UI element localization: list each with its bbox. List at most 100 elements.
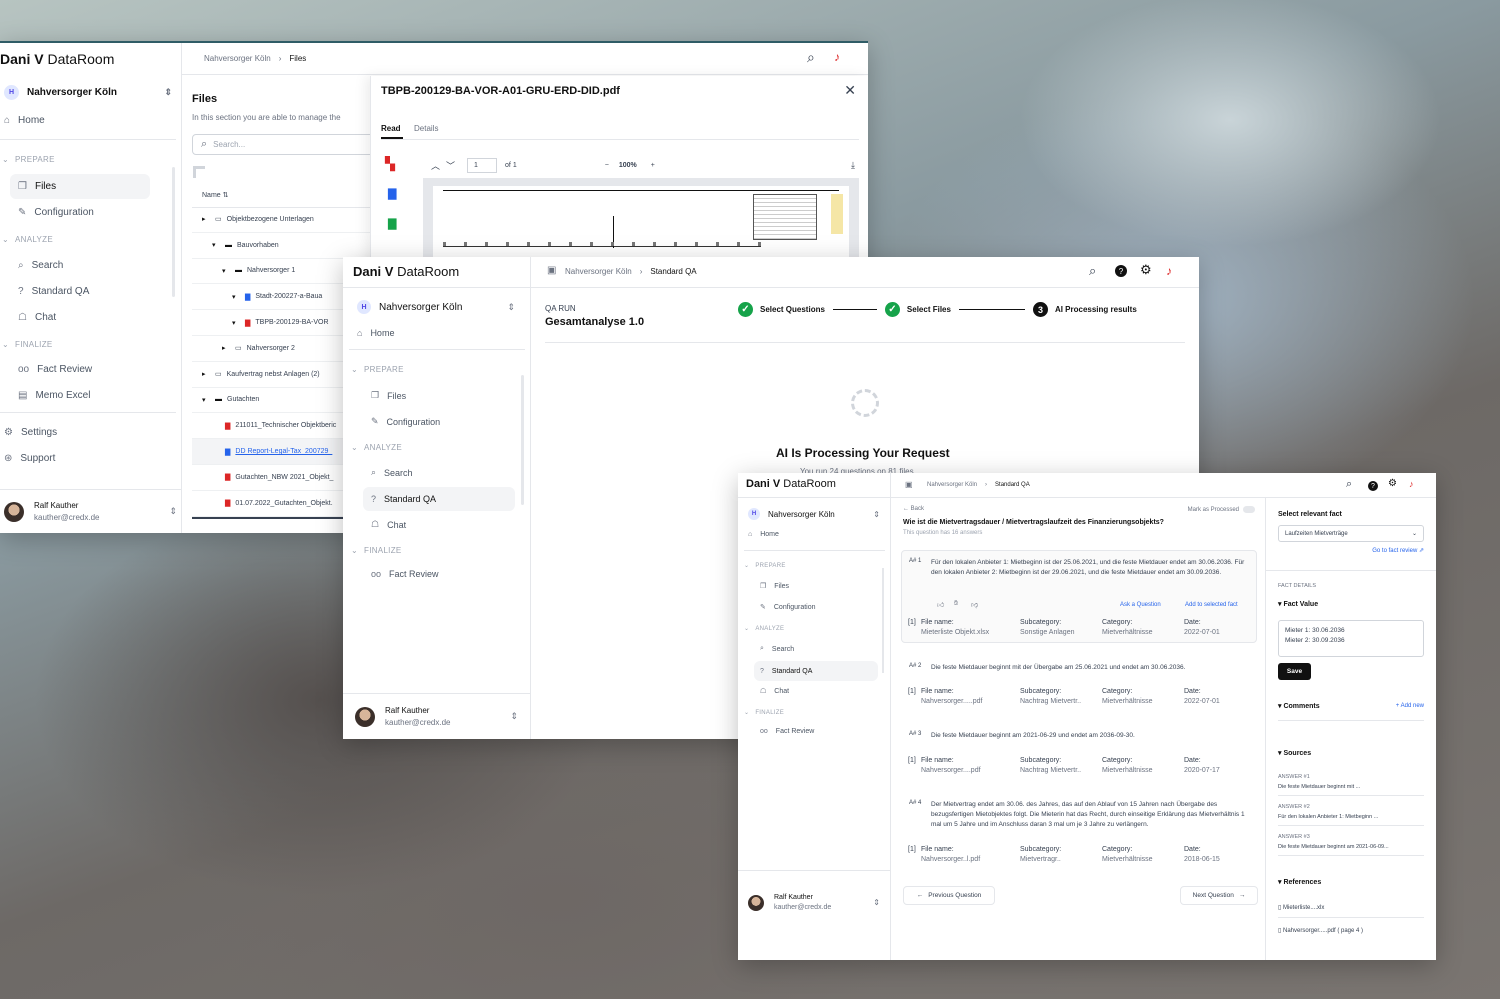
nav-search[interactable]: ⌕ Search [18,260,63,271]
nav-fact-review[interactable]: oo Fact Review [371,569,439,579]
go-to-fact-review-link[interactable]: Go to fact review ⇗ [1372,547,1424,554]
nav-home[interactable]: ⌂ Home [357,328,394,338]
page-up-icon[interactable]: ︿ [431,159,440,172]
help-icon[interactable]: ? [1115,265,1127,277]
scrollbar[interactable] [172,167,175,297]
search-icon[interactable]: ⌕ [807,49,815,66]
caret-right-icon[interactable]: ▸ [202,370,210,378]
nav-standard-qa[interactable]: ? Standard QA [363,487,515,511]
sources-toggle[interactable]: ▾ Sources [1278,749,1311,757]
nav-search[interactable]: ⌕ Search [371,467,413,478]
file-link[interactable]: Nahversorger....pdf [921,766,1020,776]
add-to-fact-link[interactable]: Add to selected fact [1185,602,1238,608]
add-comment-link[interactable]: + Add new [1396,703,1424,709]
workspace-switcher[interactable]: H Nahversorger Köln ⇕ [4,85,172,100]
user-menu[interactable]: Ralf Kauther kauther@credx.de ⇕ [0,489,181,533]
thumbs-up-icon[interactable]: 👍︎ [937,600,944,609]
scrollbar[interactable] [521,375,524,505]
section-finalize[interactable]: ⌄ FINALIZE [744,709,784,717]
tab-details[interactable]: Details [414,124,438,133]
nav-files[interactable]: ❐ Files [10,174,150,199]
mark-processed[interactable]: Mark as Processed [1188,506,1255,513]
nav-chat[interactable]: ☖ Chat [760,687,789,696]
step-processing[interactable]: AI Processing results [1055,305,1137,314]
source-item[interactable]: ANSWER #2 Für den lokalen Anbieter 1: Mie… [1278,802,1424,826]
nav-configuration[interactable]: ✎ Configuration [371,416,440,427]
save-button[interactable]: Save [1278,663,1311,680]
sidebar-toggle-icon[interactable]: ▣ [905,480,913,489]
section-prepare[interactable]: ⌄ PREPARE [2,155,55,164]
breadcrumb-workspace[interactable]: Nahversorger Köln [204,54,271,63]
caret-down-icon[interactable]: ▾ [222,267,230,275]
nav-configuration[interactable]: ✎ Configuration [18,207,94,218]
caret-down-icon[interactable]: ▾ [212,241,220,249]
ask-question-link[interactable]: Ask a Question [1120,602,1161,608]
section-analyze[interactable]: ⌄ ANALYZE [351,443,402,452]
caret-down-icon[interactable]: ▾ [232,293,240,301]
nav-search[interactable]: ⌕ Search [760,645,794,653]
nav-configuration[interactable]: ✎ Configuration [760,603,816,612]
gear-icon[interactable]: ⚙ [1388,478,1397,489]
section-finalize[interactable]: ⌄ FINALIZE [2,340,53,349]
breadcrumb-workspace[interactable]: Nahversorger Köln [927,482,977,488]
nav-standard-qa[interactable]: ? Standard QA [754,661,878,681]
section-analyze[interactable]: ⌄ ANALYZE [2,235,53,244]
column-name[interactable]: Name ⇅ [202,191,229,199]
xls-file-icon[interactable]: ▇ [388,217,396,230]
page-down-icon[interactable]: ﹀ [446,159,455,172]
help-icon[interactable]: ? [1368,481,1378,491]
breadcrumb-workspace[interactable]: Nahversorger Köln [565,267,632,276]
workspace-switcher[interactable]: H Nahversorger Köln ⇕ [357,300,515,314]
pdf-file-icon[interactable]: ▚ [385,156,395,172]
nav-files[interactable]: ❐ Files [371,390,406,401]
nav-chat[interactable]: ☖ Chat [371,519,406,530]
caret-down-icon[interactable]: ▾ [232,319,240,327]
download-icon[interactable]: ⤓ [851,160,855,171]
section-prepare[interactable]: ⌄ PREPARE [351,365,404,374]
user-menu[interactable]: Ralf Kauther kauther@credx.de ⇕ [738,870,890,960]
nav-home[interactable]: ⌂ Home [748,531,779,538]
tree-row[interactable]: ▸ ▭ Objektbezogene Unterlagen [192,207,370,233]
gear-icon[interactable]: ⚙ [1140,262,1152,278]
close-icon[interactable]: ✕ [844,82,856,99]
step-select-files[interactable]: Select Files [907,305,951,314]
nav-memo-excel[interactable]: ▤ Memo Excel [18,390,90,401]
nav-settings[interactable]: ⚙ Settings [4,427,57,438]
tree-row[interactable]: ▾ ▬ Bauvorhaben [192,233,370,259]
comments-toggle[interactable]: ▾ Comments [1278,702,1320,710]
nav-home[interactable]: ⌂ Home [4,115,45,126]
section-prepare[interactable]: ⌄ PREPARE [744,562,786,570]
search-icon[interactable]: ⌕ [1346,478,1352,491]
notification-bell-icon[interactable]: ♪ [1166,264,1172,278]
nav-fact-review[interactable]: oo Fact Review [760,728,814,735]
caret-right-icon[interactable]: ▸ [222,344,230,352]
nav-chat[interactable]: ☖ Chat [18,312,56,323]
nav-fact-review[interactable]: oo Fact Review [18,364,92,375]
toggle-switch[interactable] [1243,506,1255,513]
page-input[interactable]: 1 [467,157,498,173]
thumbs-down-icon[interactable]: 👎︎ [971,600,978,609]
workspace-switcher[interactable]: H Nahversorger Köln ⇕ [748,508,880,520]
reference-item[interactable]: ▯ Nahversorger.....pdf ( page 4 ) [1278,927,1424,934]
caret-down-icon[interactable]: ▾ [202,396,210,404]
hand-icon[interactable]: ✋︎ [954,600,958,608]
section-analyze[interactable]: ⌄ ANALYZE [744,625,784,633]
select-all-checkbox[interactable] [193,166,205,178]
user-menu[interactable]: Ralf Kauther kauther@credx.de ⇕ [343,693,530,739]
file-link[interactable]: Nahversorger.....pdf [921,697,1020,707]
scrollbar[interactable] [882,568,884,673]
tab-read[interactable]: Read [381,124,401,133]
nav-support[interactable]: ⊛ Support [4,453,55,464]
previous-question-button[interactable]: ← Previous Question [903,886,995,905]
next-question-button[interactable]: Next Question → [1180,886,1258,905]
fact-value-toggle[interactable]: ▾ Fact Value [1278,600,1318,608]
file-link[interactable]: Nahversorger..l.pdf [921,855,1020,865]
file-link[interactable]: Mieterliste Objekt.xlsx [921,628,1020,638]
reference-item[interactable]: ▯ Mieterliste....xlx [1278,904,1424,918]
search-icon[interactable]: ⌕ [1089,263,1096,279]
step-select-questions[interactable]: Select Questions [760,305,825,314]
nav-files[interactable]: ❐ Files [760,582,789,591]
nav-standard-qa[interactable]: ? Standard QA [18,286,89,297]
notification-bell-icon[interactable]: ♪ [1409,479,1414,489]
source-item[interactable]: ANSWER #1 Die feste Mietdauer beginnt mit… [1278,772,1424,796]
